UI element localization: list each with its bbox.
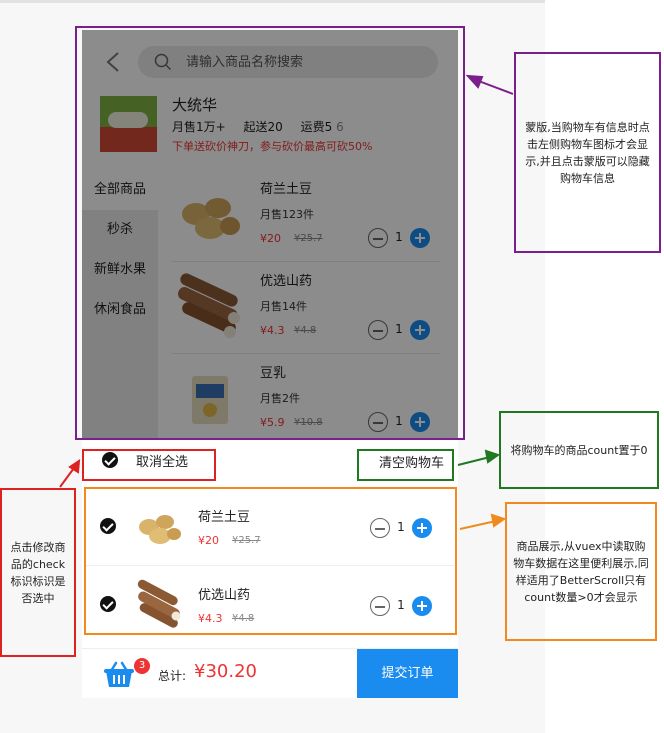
top-strip — [0, 0, 545, 3]
total-label: 总计: — [158, 669, 187, 683]
clear-note: 将购物车的商品count置于0 — [499, 411, 659, 489]
list-note-text: 商品展示,从vuex中读取购物车数据在这里便利展示,同样适用了BetterScr… — [513, 539, 649, 604]
mask-note-text: 蒙版,当购物车有信息时点击左侧购物车图标才会显示,并且点击蒙版可以隐藏购物车信息 — [525, 120, 650, 185]
mask-highlight-box — [75, 26, 465, 440]
select-all-highlight-box — [82, 449, 216, 481]
check-note-text: 点击修改商品的check标识标识是否选中 — [10, 540, 66, 605]
check-arrow — [59, 459, 81, 488]
list-arrow — [459, 513, 507, 530]
checkout-bar: 3 总计: ¥30.20 提交订单 — [82, 648, 458, 698]
clear-arrow — [457, 449, 501, 466]
check-note: 点击修改商品的check标识标识是否选中 — [0, 488, 76, 657]
clear-note-text: 将购物车的商品count置于0 — [510, 443, 648, 457]
cart-basket-icon[interactable] — [102, 659, 136, 691]
total-value: ¥30.20 — [194, 661, 257, 682]
cart-list-highlight-box — [84, 487, 457, 635]
mask-note: 蒙版,当购物车有信息时点击左侧购物车图标才会显示,并且点击蒙版可以隐藏购物车信息 — [514, 52, 661, 253]
clear-highlight-box — [357, 449, 454, 481]
submit-order-button[interactable]: 提交订单 — [357, 649, 458, 698]
list-note: 商品展示,从vuex中读取购物车数据在这里便利展示,同样适用了BetterScr… — [505, 502, 657, 641]
cart-count-badge: 3 — [134, 658, 150, 674]
mask-arrow — [465, 74, 514, 95]
